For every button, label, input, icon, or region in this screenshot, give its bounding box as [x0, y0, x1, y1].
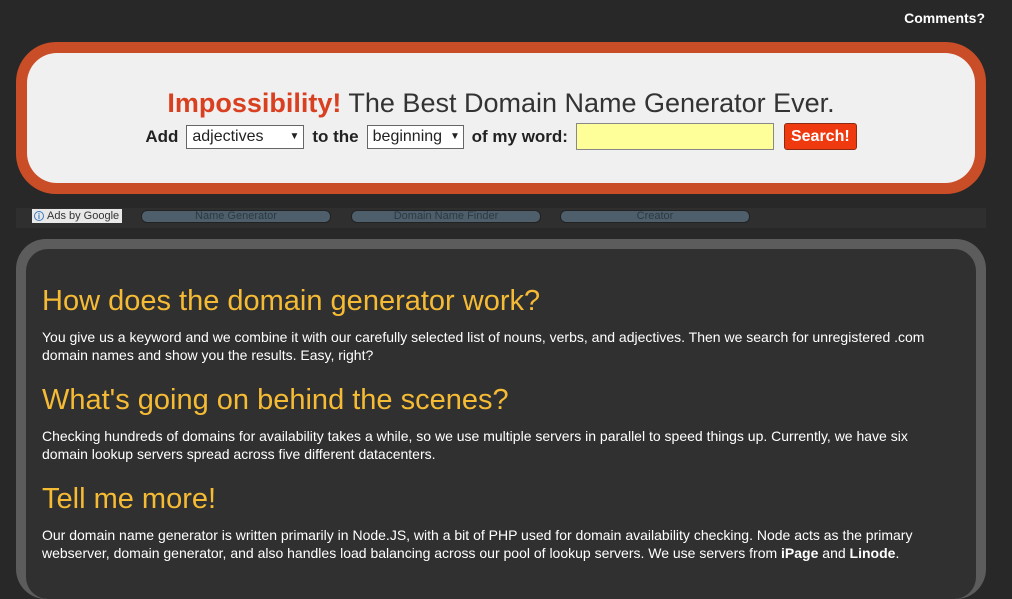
section-body: Our domain name generator is written pri…: [42, 526, 956, 562]
section-body: You give us a keyword and we combine it …: [42, 329, 925, 363]
info-icon: i: [34, 211, 44, 221]
hero-title: Impossibility! The Best Domain Name Gene…: [27, 90, 975, 117]
brand-name: Impossibility!: [167, 88, 342, 118]
of-my-word-label: of my word:: [471, 126, 568, 146]
section-tell-me-more: Tell me more! Our domain name generator …: [42, 485, 956, 562]
section-heading: Tell me more!: [42, 483, 217, 515]
content-inner: How does the domain generator work? You …: [26, 249, 976, 599]
period-text: .: [895, 545, 900, 561]
ad-link-name-generator[interactable]: Name Generator: [141, 210, 331, 223]
add-label: Add: [145, 126, 179, 146]
chevron-down-icon: ▼: [450, 131, 460, 142]
word-type-select[interactable]: adjectives ▼: [186, 124, 305, 149]
search-button[interactable]: Search!: [783, 123, 857, 150]
generator-form: Add adjectives ▼ to the beginning ▼ of m…: [27, 123, 975, 150]
linode-link[interactable]: Linode: [850, 545, 896, 561]
hero-inner: Impossibility! The Best Domain Name Gene…: [27, 53, 975, 183]
ipage-link[interactable]: iPage: [781, 545, 818, 561]
to-the-label: to the: [312, 126, 359, 146]
hero-panel: Impossibility! The Best Domain Name Gene…: [16, 42, 986, 194]
section-behind-scenes: What's going on behind the scenes? Check…: [42, 386, 956, 463]
ad-bar: i Ads by Google Name Generator Domain Na…: [16, 208, 986, 228]
section-heading: How does the domain generator work?: [42, 285, 541, 317]
section-heading: What's going on behind the scenes?: [42, 384, 509, 416]
ads-by-google-badge[interactable]: i Ads by Google: [32, 209, 123, 223]
section-how-it-works: How does the domain generator work? You …: [42, 287, 956, 364]
ad-link-creator[interactable]: Creator: [560, 210, 750, 223]
tagline: The Best Domain Name Generator Ever.: [348, 88, 835, 118]
word-type-value: adjectives: [192, 127, 264, 145]
and-text: and: [818, 545, 850, 561]
position-value: beginning: [372, 127, 443, 145]
position-select[interactable]: beginning ▼: [366, 124, 464, 149]
ads-by-google-label: Ads by Google: [47, 210, 120, 222]
section-body: Checking hundreds of domains for availab…: [42, 428, 908, 462]
chevron-down-icon: ▼: [289, 131, 300, 142]
comments-link[interactable]: Comments?: [904, 10, 985, 26]
word-input[interactable]: [575, 123, 774, 150]
ad-link-domain-name-finder[interactable]: Domain Name Finder: [351, 210, 541, 223]
content-panel: How does the domain generator work? You …: [16, 239, 986, 599]
